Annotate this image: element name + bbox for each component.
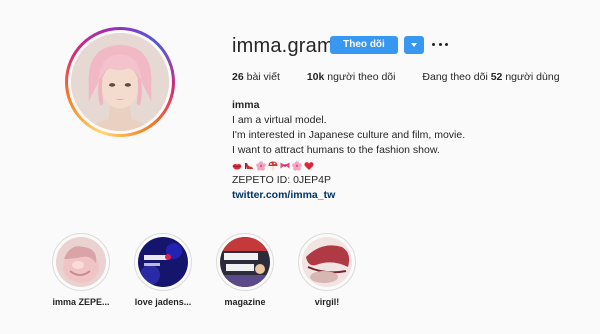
followers-label: người theo dõi xyxy=(327,71,396,83)
followers-count: 10k xyxy=(306,71,325,83)
bio-website-link[interactable]: twitter.com/imma_tw xyxy=(232,188,465,203)
bio-name: imma xyxy=(232,99,260,111)
more-options-button[interactable] xyxy=(432,38,448,50)
more-dot-icon xyxy=(445,42,448,46)
follow-button[interactable]: Theo dõi xyxy=(330,36,398,54)
profile-photo-svg xyxy=(71,33,169,131)
bio-zepeto-id: ZEPETO ID: 0JEP4P xyxy=(232,174,332,186)
profile-username: imma.gram xyxy=(232,35,334,57)
following-prefix: Đang theo dõi xyxy=(422,71,488,83)
posts-stat: 26 bài viết xyxy=(232,71,280,83)
chevron-down-icon xyxy=(411,43,417,47)
highlight-ring xyxy=(134,233,192,291)
highlight-ring xyxy=(216,233,274,291)
cherry-blossom-emoji xyxy=(256,160,266,171)
cherry-blossom-emoji xyxy=(292,160,302,171)
profile-bio: imma I am a virtual model. I'm intereste… xyxy=(232,98,465,203)
bio-line: I want to attract humans to the fashion … xyxy=(232,144,440,156)
highlight-cover-icon xyxy=(138,237,188,287)
story-highlight[interactable]: magazine xyxy=(213,233,277,307)
posts-label: bài viết xyxy=(246,71,280,83)
profile-stats: 26 bài viết 10k người theo dõi Đang theo… xyxy=(232,71,560,83)
more-dot-icon xyxy=(432,42,435,46)
profile-avatar[interactable] xyxy=(65,27,175,137)
posts-count: 26 xyxy=(232,71,244,83)
highlight-cover-icon xyxy=(56,237,106,287)
bio-line: I'm interested in Japanese culture and f… xyxy=(232,129,466,141)
followers-stat[interactable]: 10k người theo dõi xyxy=(307,71,396,83)
highlight-label: magazine xyxy=(224,297,266,307)
bio-line: I am a virtual model. xyxy=(232,114,327,126)
highlight-cover-icon xyxy=(302,237,352,287)
highlight-label: love jadens... xyxy=(134,297,192,307)
story-highlight[interactable]: imma ZEPE... xyxy=(49,233,113,307)
following-label: người dùng xyxy=(505,71,560,83)
highlight-label: virgil! xyxy=(314,297,340,307)
lips-emoji xyxy=(232,161,242,171)
story-highlight[interactable]: love jadens... xyxy=(131,233,195,307)
mushroom-emoji xyxy=(268,161,278,171)
bio-emoji-row xyxy=(232,158,465,173)
following-count: 52 xyxy=(490,71,503,83)
high-heel-emoji xyxy=(244,161,254,171)
highlight-ring xyxy=(52,233,110,291)
highlight-cover-icon xyxy=(220,237,270,287)
following-stat[interactable]: Đang theo dõi 52 người dùng xyxy=(422,71,559,83)
heart-emoji xyxy=(304,161,314,171)
avatar-border xyxy=(68,30,172,134)
highlight-label: imma ZEPE... xyxy=(52,297,110,307)
more-dot-icon xyxy=(438,42,442,46)
story-highlight[interactable]: virgil! xyxy=(295,233,359,307)
highlight-ring xyxy=(298,233,356,291)
profile-photo-icon xyxy=(71,33,169,131)
ribbon-emoji xyxy=(280,161,290,171)
suggested-accounts-button[interactable] xyxy=(404,36,424,54)
